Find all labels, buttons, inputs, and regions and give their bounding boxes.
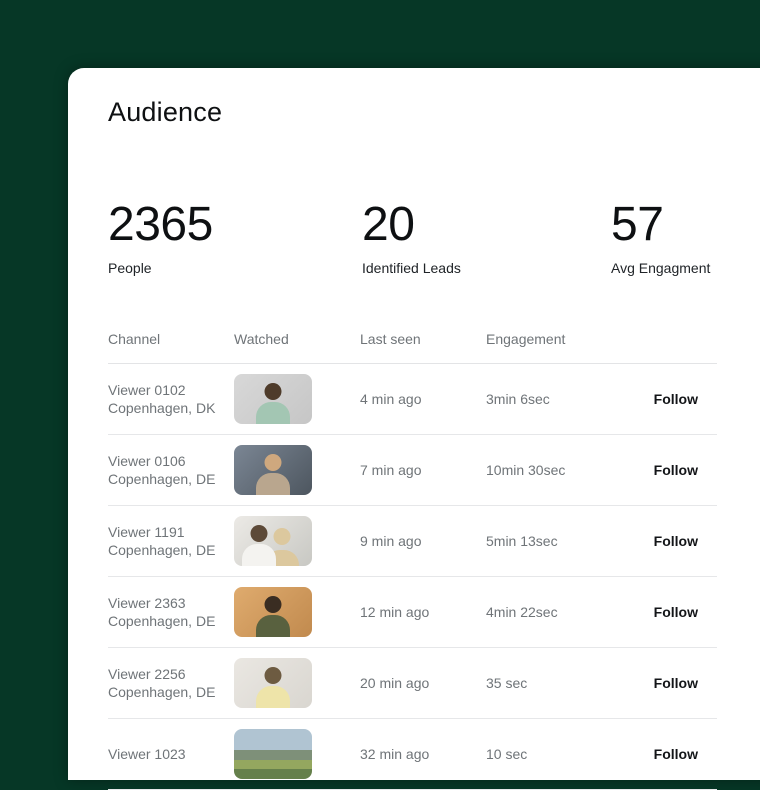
engagement-cell: 35 sec [486, 674, 605, 692]
header-engagement: Engagement [486, 330, 605, 348]
table-row[interactable]: Viewer 1023 32 min ago 10 sec Follow [108, 719, 717, 790]
table-row[interactable]: Viewer 0102 Copenhagen, DK 4 min ago 3mi… [108, 364, 717, 435]
viewer-channel-cell: Viewer 2256 Copenhagen, DE [108, 665, 234, 701]
viewer-name: Viewer 0106 [108, 452, 234, 470]
engagement-cell: 5min 13sec [486, 532, 605, 550]
audience-table-header: Channel Watched Last seen Engagement [108, 330, 717, 364]
action-cell: Follow [605, 390, 717, 408]
follow-button[interactable]: Follow [654, 461, 698, 479]
viewer-channel-cell: Viewer 0106 Copenhagen, DE [108, 452, 234, 488]
stats-row: 2365 People 20 Identified Leads 57 Avg E… [68, 197, 760, 307]
viewer-channel-cell: Viewer 0102 Copenhagen, DK [108, 381, 234, 417]
audience-card: Audience 2365 People 20 Identified Leads… [68, 68, 760, 780]
watched-cell [234, 729, 360, 779]
action-cell: Follow [605, 745, 717, 763]
viewer-channel-cell: Viewer 1023 [108, 745, 234, 763]
table-row[interactable]: Viewer 2256 Copenhagen, DE 20 min ago 35… [108, 648, 717, 719]
last-seen-cell: 32 min ago [360, 745, 486, 763]
stat-identified-leads-label: Identified Leads [362, 259, 461, 277]
engagement-cell: 10min 30sec [486, 461, 605, 479]
follow-button[interactable]: Follow [654, 390, 698, 408]
viewer-name: Viewer 2256 [108, 665, 234, 683]
viewer-name: Viewer 1023 [108, 745, 234, 763]
viewer-location: Copenhagen, DE [108, 683, 234, 701]
table-row[interactable]: Viewer 0106 Copenhagen, DE 7 min ago 10m… [108, 435, 717, 506]
engagement-cell: 10 sec [486, 745, 605, 763]
viewer-photo-man-glasses-studio[interactable] [234, 374, 312, 424]
last-seen-cell: 20 min ago [360, 674, 486, 692]
stat-people-label: People [108, 259, 213, 277]
page-background: { "page": { "title": "Audience" }, "them… [0, 0, 760, 760]
stat-identified-leads-value: 20 [362, 197, 461, 253]
viewer-location: Copenhagen, DK [108, 399, 234, 417]
viewer-name: Viewer 0102 [108, 381, 234, 399]
header-channel: Channel [108, 330, 234, 348]
last-seen-cell: 12 min ago [360, 603, 486, 621]
viewer-location: Copenhagen, DE [108, 541, 234, 559]
watched-cell [234, 516, 360, 566]
action-cell: Follow [605, 461, 717, 479]
stat-identified-leads: 20 Identified Leads [362, 197, 461, 277]
viewer-location: Copenhagen, DE [108, 470, 234, 488]
table-row[interactable]: Viewer 2363 Copenhagen, DE 12 min ago 4m… [108, 577, 717, 648]
viewer-channel-cell: Viewer 2363 Copenhagen, DE [108, 594, 234, 630]
watched-cell [234, 374, 360, 424]
watched-cell [234, 587, 360, 637]
watched-cell [234, 445, 360, 495]
stat-avg-engagement: 57 Avg Engagment [611, 197, 710, 277]
follow-button[interactable]: Follow [654, 603, 698, 621]
viewer-name: Viewer 1191 [108, 523, 234, 541]
viewer-location: Copenhagen, DE [108, 612, 234, 630]
viewer-photo-man-waving-office[interactable] [234, 445, 312, 495]
viewer-name: Viewer 2363 [108, 594, 234, 612]
stat-avg-engagement-value: 57 [611, 197, 710, 253]
viewer-channel-cell: Viewer 1191 Copenhagen, DE [108, 523, 234, 559]
engagement-cell: 3min 6sec [486, 390, 605, 408]
table-row[interactable]: Viewer 1191 Copenhagen, DE 9 min ago 5mi… [108, 506, 717, 577]
last-seen-cell: 7 min ago [360, 461, 486, 479]
viewer-photo-woman-bun-patterned-top[interactable] [234, 658, 312, 708]
viewer-photo-two-colleagues-laptop[interactable] [234, 516, 312, 566]
follow-button[interactable]: Follow [654, 674, 698, 692]
follow-button[interactable]: Follow [654, 532, 698, 550]
watched-cell [234, 658, 360, 708]
audience-table-body: Viewer 0102 Copenhagen, DK 4 min ago 3mi… [108, 364, 717, 790]
viewer-photo-man-green-sweater-curtains[interactable] [234, 587, 312, 637]
header-watched: Watched [234, 330, 360, 348]
audience-table: Channel Watched Last seen Engagement Vie… [108, 330, 717, 790]
follow-button[interactable]: Follow [654, 745, 698, 763]
stat-people: 2365 People [108, 197, 213, 277]
last-seen-cell: 9 min ago [360, 532, 486, 550]
page-title: Audience [108, 94, 222, 130]
action-cell: Follow [605, 674, 717, 692]
stat-avg-engagement-label: Avg Engagment [611, 259, 710, 277]
engagement-cell: 4min 22sec [486, 603, 605, 621]
stat-people-value: 2365 [108, 197, 213, 253]
action-cell: Follow [605, 603, 717, 621]
action-cell: Follow [605, 532, 717, 550]
header-last-seen: Last seen [360, 330, 486, 348]
last-seen-cell: 4 min ago [360, 390, 486, 408]
viewer-photo-mountain-valley[interactable] [234, 729, 312, 779]
